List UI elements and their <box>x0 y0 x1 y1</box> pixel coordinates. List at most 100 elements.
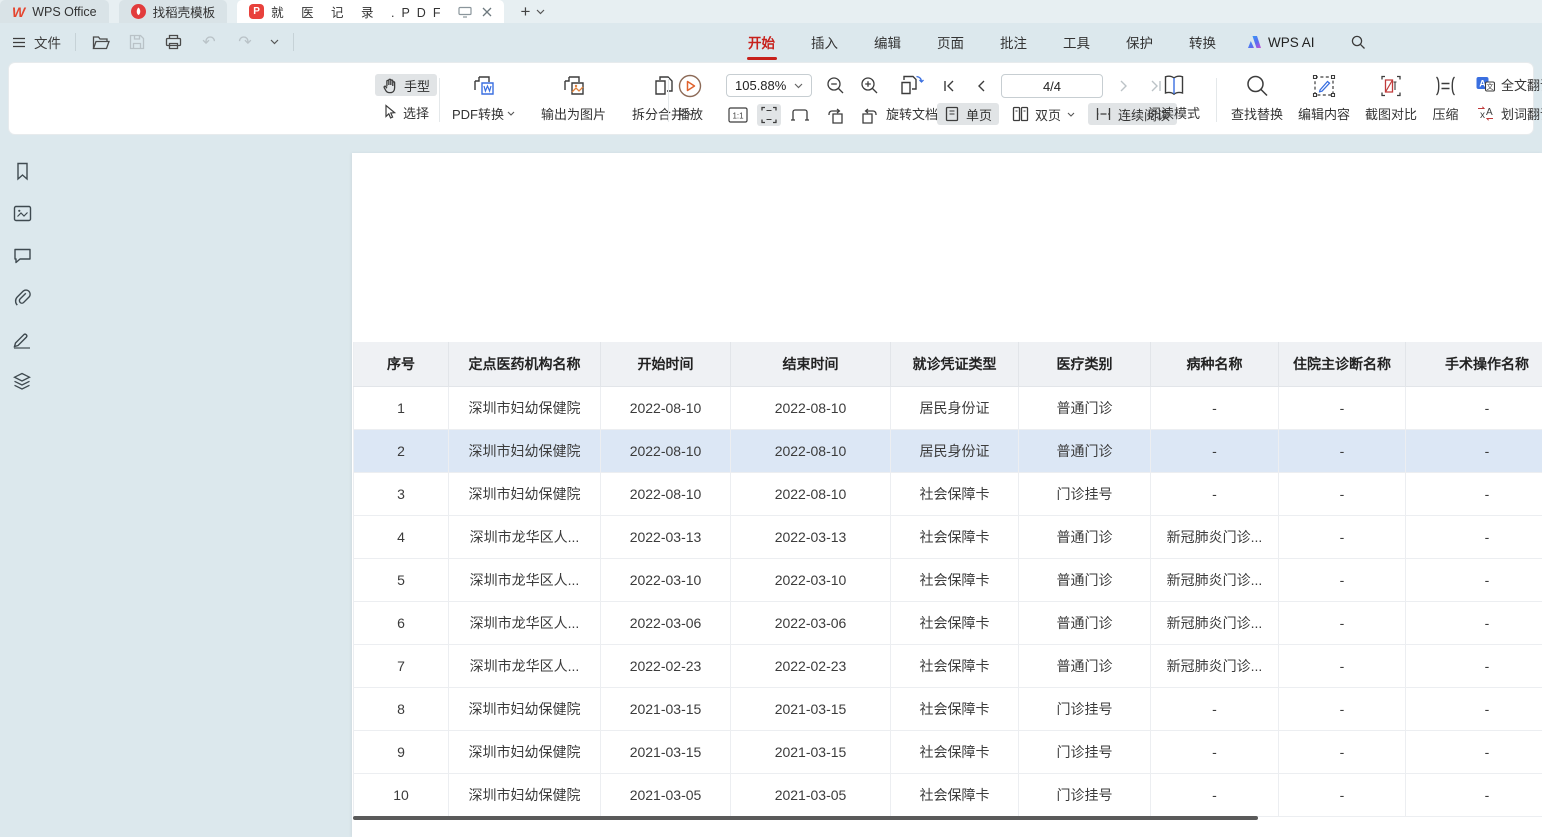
file-menu[interactable]: 文件 <box>34 32 61 52</box>
table-cell: 居民身份证 <box>891 386 1019 429</box>
new-tab-icon[interactable]: + <box>520 2 530 22</box>
compress-button[interactable]: 压缩 <box>1432 73 1459 124</box>
bookmarks-icon[interactable] <box>7 158 37 184</box>
zoom-in-button[interactable] <box>857 74 881 96</box>
hand-tool-button[interactable]: 手型 <box>375 74 437 96</box>
menu-insert[interactable]: 插入 <box>798 28 851 56</box>
signature-icon[interactable] <box>7 326 37 352</box>
tab-document[interactable]: P 就 医 记 录 .PDF <box>237 0 504 23</box>
chevron-down-icon <box>507 111 515 116</box>
table-cell: 2022-03-10 <box>601 558 731 601</box>
table-cell: 2022-03-13 <box>731 515 891 558</box>
rotate-document-button[interactable]: 旋转文档 <box>886 73 938 123</box>
tab-docer-templates[interactable]: 找稻壳模板 <box>119 0 228 23</box>
edit-content-button[interactable]: 编辑内容 <box>1298 73 1350 124</box>
zoom-level-dropdown[interactable]: 105.88% <box>726 74 812 97</box>
menu-bar: 文件 ↶ ↷ 开始 插入 编辑 页面 批注 工具 保护 转换 <box>0 23 1542 61</box>
find-replace-button[interactable]: 查找替换 <box>1231 73 1283 124</box>
double-page-button[interactable]: 双页 <box>1005 103 1082 125</box>
table-cell: 2021-03-05 <box>731 773 891 816</box>
close-tab-icon[interactable] <box>482 7 492 17</box>
docer-icon <box>131 4 146 19</box>
full-text-translate-button[interactable]: A 文 全文翻译 <box>1474 73 1542 95</box>
play-label: 播放 <box>677 104 703 123</box>
undo-icon[interactable]: ↶ <box>198 31 220 53</box>
pdf-convert-label: PDF转换 <box>452 104 504 123</box>
menu-protect[interactable]: 保护 <box>1113 28 1166 56</box>
table-cell: 社会保障卡 <box>891 601 1019 644</box>
fit-width-button[interactable] <box>788 104 812 126</box>
main-menu-icon[interactable] <box>12 37 26 48</box>
continuous-read-icon <box>1095 106 1112 122</box>
divider <box>668 78 669 122</box>
table-cell: - <box>1151 773 1279 816</box>
tab-wps-home[interactable]: W WPS Office <box>0 0 109 23</box>
table-header-cell: 手术操作名称 <box>1406 342 1542 386</box>
table-header-cell: 结束时间 <box>731 342 891 386</box>
table-cell: - <box>1279 730 1406 773</box>
table-cell: - <box>1406 472 1542 515</box>
table-cell: - <box>1279 515 1406 558</box>
first-page-button[interactable] <box>937 75 961 97</box>
menu-wps-ai[interactable]: WPS AI <box>1239 35 1323 50</box>
table-row: 7深圳市龙华区人...2022-02-232022-02-23社会保障卡普通门诊… <box>354 644 1542 687</box>
menu-page[interactable]: 页面 <box>924 28 977 56</box>
fit-page-button[interactable] <box>757 104 781 126</box>
table-cell: 普通门诊 <box>1019 386 1151 429</box>
table-cell: 深圳市妇幼保健院 <box>449 730 601 773</box>
play-button[interactable]: 播放 <box>677 73 703 123</box>
menu-tools[interactable]: 工具 <box>1050 28 1103 56</box>
print-icon[interactable] <box>162 31 184 53</box>
menu-edit[interactable]: 编辑 <box>861 28 914 56</box>
table-cell: - <box>1151 429 1279 472</box>
redo-icon[interactable]: ↷ <box>234 31 256 53</box>
select-tool-button[interactable]: 选择 <box>375 101 437 123</box>
table-cell: 7 <box>354 644 449 687</box>
menu-search-icon[interactable] <box>1347 31 1369 53</box>
thumbnails-icon[interactable] <box>7 200 37 226</box>
rotate-left-button[interactable] <box>823 105 847 127</box>
read-mode-button[interactable]: 阅读模式 <box>1143 73 1205 122</box>
menu-home[interactable]: 开始 <box>735 28 788 56</box>
pdf-page[interactable]: 序号定点医药机构名称开始时间结束时间就诊凭证类型医疗类别病种名称住院主诊断名称手… <box>352 153 1542 837</box>
pdf-convert-button[interactable]: PDF转换 <box>452 73 515 123</box>
select-cursor-icon <box>382 104 397 120</box>
table-cell: 社会保障卡 <box>891 730 1019 773</box>
full-text-translate-label: 全文翻译 <box>1501 75 1542 94</box>
table-cell: 门诊挂号 <box>1019 730 1151 773</box>
tab-list-chevron-icon[interactable] <box>536 9 545 15</box>
table-header-cell: 定点医药机构名称 <box>449 342 601 386</box>
previous-page-button[interactable] <box>969 75 993 97</box>
split-merge-icon <box>651 73 677 99</box>
export-image-button[interactable]: 输出为图片 <box>541 73 606 123</box>
screenshot-compare-button[interactable]: 截图对比 <box>1365 73 1417 124</box>
table-cell: 深圳市龙华区人... <box>449 644 601 687</box>
single-page-button[interactable]: 单页 <box>937 103 999 125</box>
zoom-level-value: 105.88% <box>735 78 786 93</box>
table-cell: - <box>1279 429 1406 472</box>
more-actions-chevron-icon[interactable] <box>270 39 279 45</box>
attachments-icon[interactable] <box>7 284 37 310</box>
divider <box>439 78 440 122</box>
table-cell: 新冠肺炎门诊... <box>1151 601 1279 644</box>
menu-convert[interactable]: 转换 <box>1176 28 1229 56</box>
table-cell: 新冠肺炎门诊... <box>1151 644 1279 687</box>
word-translate-button[interactable]: x A 划词翻译 <box>1474 102 1542 124</box>
actual-size-button[interactable]: 1:1 <box>726 104 750 126</box>
wps-ai-icon <box>1247 35 1262 49</box>
chevron-down-icon <box>1067 112 1075 117</box>
open-file-icon[interactable] <box>90 31 112 53</box>
layers-icon[interactable] <box>7 368 37 394</box>
table-cell: - <box>1279 773 1406 816</box>
page-number-input[interactable]: 4/4 <box>1001 74 1103 98</box>
zoom-out-button[interactable] <box>823 74 847 96</box>
table-cell: - <box>1406 386 1542 429</box>
rotate-right-button[interactable] <box>857 105 881 127</box>
present-on-screen-icon[interactable] <box>458 6 472 18</box>
table-cell: 10 <box>354 773 449 816</box>
next-page-button[interactable] <box>1111 75 1135 97</box>
comments-icon[interactable] <box>7 242 37 268</box>
word-translate-icon: x A <box>1476 105 1495 122</box>
save-icon[interactable] <box>126 31 148 53</box>
menu-annotate[interactable]: 批注 <box>987 28 1040 56</box>
